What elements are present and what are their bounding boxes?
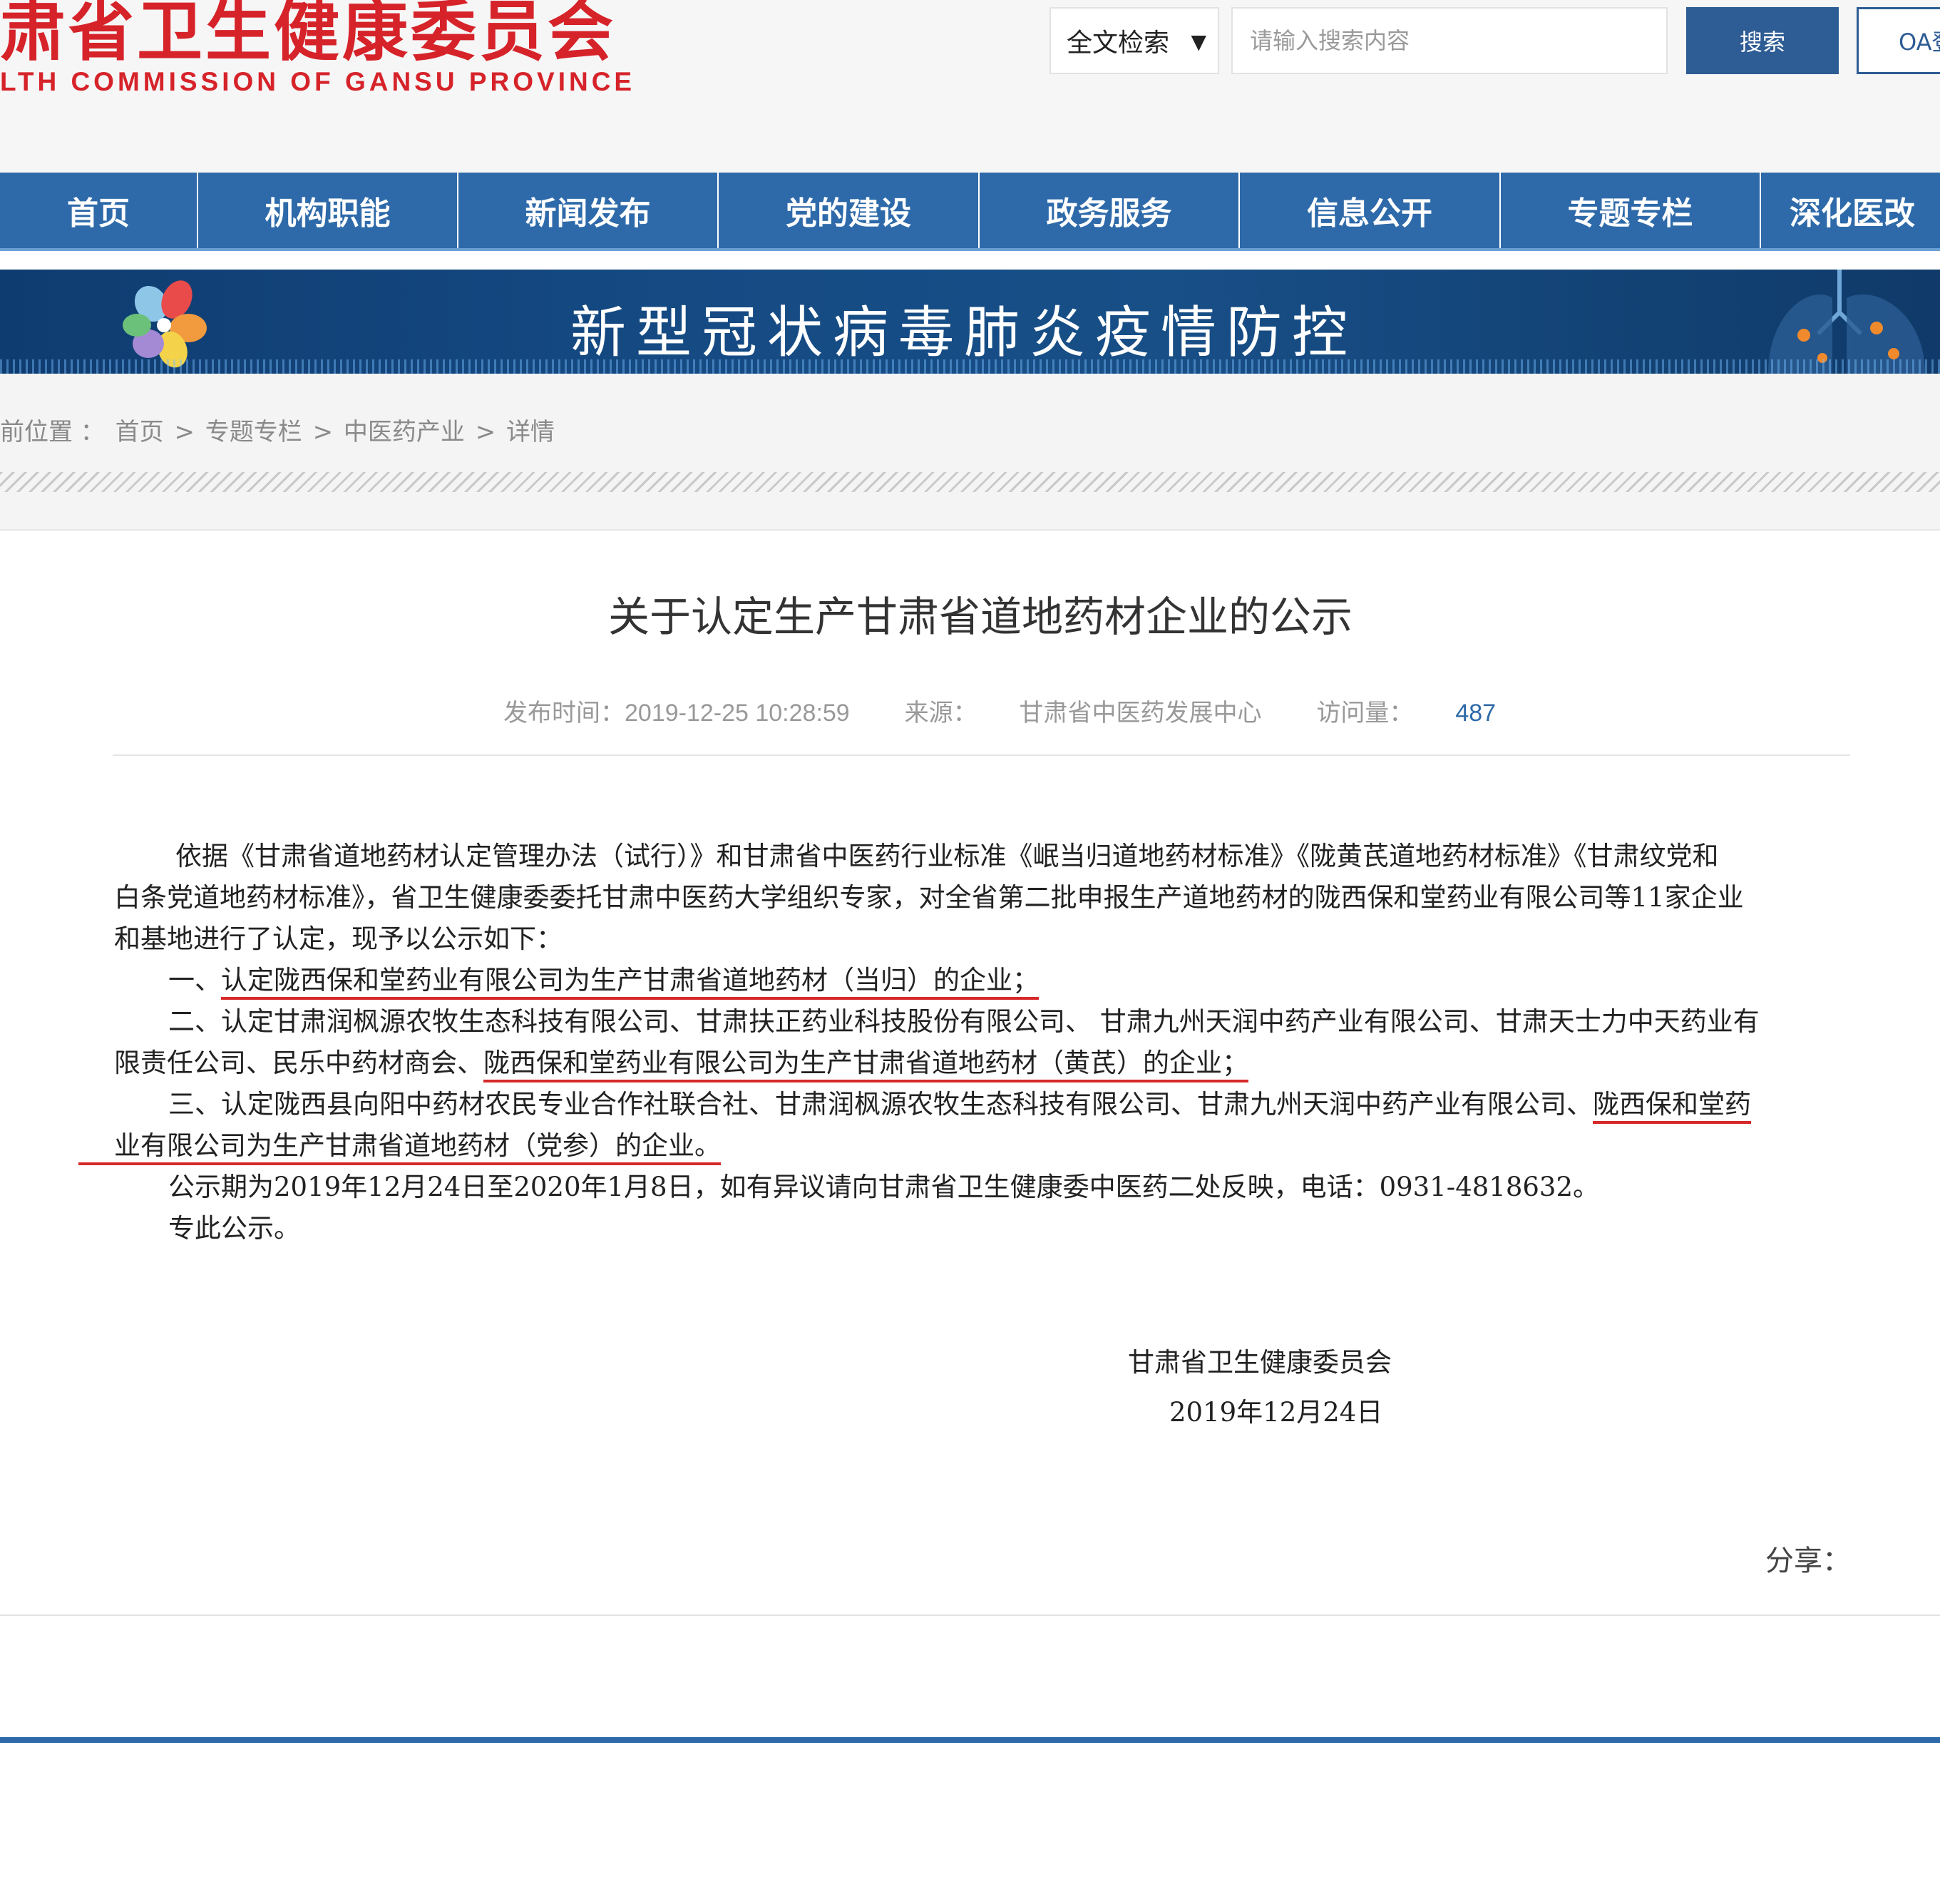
body-line: 和基地进行了认定，现予以公示如下： xyxy=(114,923,563,954)
signature-block: 甘肃省卫生健康委员会 2019年12月24日 xyxy=(1128,1341,1392,1429)
source-value: 甘肃省中医药发展中心 xyxy=(1019,700,1262,727)
search-input[interactable] xyxy=(1231,7,1668,74)
search-scope-select[interactable]: 全文检索 ▼ xyxy=(1049,7,1219,74)
nav-item-topics[interactable]: 专题专栏 xyxy=(1501,173,1761,248)
source-label: 来源： xyxy=(904,700,977,727)
nav-item-functions[interactable]: 机构职能 xyxy=(198,173,458,248)
item-three-underlined-end: 业有限公司为生产甘肃省道地药材（党参）的企业。 xyxy=(78,1130,721,1165)
pinwheel-logo-icon xyxy=(123,280,207,368)
article-body: 依据《甘肃省道地药材认定管理办法（试行）》和甘肃省中医药行业标准《岷当归道地药材… xyxy=(78,836,1847,1249)
chevron-down-icon: ▼ xyxy=(1191,30,1206,53)
breadcrumb-item-tcm-industry[interactable]: 中医药产业 xyxy=(344,418,465,446)
nav-item-home[interactable]: 首页 xyxy=(0,173,198,248)
item-three-underlined-start: 陇西保和堂药 xyxy=(1593,1089,1751,1124)
notice-period: 公示期为2019年12月24日至2020年1月8日，如有异议请向甘肃省卫生健康委… xyxy=(168,1172,1600,1202)
meta-divider xyxy=(113,754,1850,756)
signature-org: 甘肃省卫生健康委员会 xyxy=(1128,1347,1392,1378)
item-one: 一、认定陇西保和堂药业有限公司为生产甘肃省道地药材（当归）的企业； xyxy=(114,960,1847,1001)
article-meta: 发布时间：2019-12-25 10:28:59 来源： 甘肃省中医药发展中心 … xyxy=(503,693,1496,728)
banner-title: 新型冠状病毒肺炎疫情防控 xyxy=(570,301,1358,365)
site-logo-chinese[interactable]: 肃省卫生健康委员会 xyxy=(0,0,616,67)
item-three-line-2: 业有限公司为生产甘肃省道地药材（党参）的企业。 xyxy=(78,1125,1847,1167)
nav-item-reform[interactable]: 深化医改 xyxy=(1761,173,1940,248)
breadcrumb-separator: > xyxy=(312,418,334,446)
item-two-line-1: 二、认定甘肃润枫源农牧生态科技有限公司、甘肃扶正药业科技股份有限公司、 甘肃九州… xyxy=(168,1006,1760,1037)
body-line: 白条党道地药材标准》，省卫生健康委委托甘肃中医药大学组织专家，对全省第二批申报生… xyxy=(114,882,1744,913)
main-nav: 首页 机构职能 新闻发布 党的建设 政务服务 信息公开 专题专栏 深化医改 xyxy=(0,173,1940,251)
footer-line xyxy=(0,1737,1940,1743)
article-title: 关于认定生产甘肃省道地药材企业的公示 xyxy=(607,593,1353,641)
publish-time-value: 2019-12-25 10:28:59 xyxy=(625,700,850,727)
closing-text: 专此公示。 xyxy=(168,1213,300,1244)
item-two-line-2: 限责任公司、民乐中药材商会、陇西保和堂药业有限公司为生产甘肃省道地药材（黄芪）的… xyxy=(114,1043,1847,1084)
breadcrumb: 前位置 ： 首页 > 专题专栏 > 中医药产业 > 详情 xyxy=(0,412,558,447)
nav-item-services[interactable]: 政务服务 xyxy=(980,173,1240,248)
lungs-icon xyxy=(1768,270,1925,374)
breadcrumb-separator: > xyxy=(174,418,195,446)
item-one-prefix: 一、 xyxy=(168,965,221,995)
item-three-plain: 三、认定陇西县向阳中药材农民专业合作社联合社、甘肃润枫源农牧生态科技有限公司、甘… xyxy=(168,1089,1593,1120)
item-two-underlined: 陇西保和堂药业有限公司为生产甘肃省道地药材（黄芪）的企业； xyxy=(483,1048,1248,1082)
breadcrumb-item-home[interactable]: 首页 xyxy=(116,418,164,446)
hatch-divider xyxy=(0,472,1940,492)
nav-item-news[interactable]: 新闻发布 xyxy=(458,173,719,248)
item-three-line-1: 三、认定陇西县向阳中药材农民专业合作社联合社、甘肃润枫源农牧生态科技有限公司、甘… xyxy=(114,1084,1847,1125)
views-label: 访问量： xyxy=(1316,700,1414,727)
signature-date: 2019年12月24日 xyxy=(1169,1397,1383,1428)
breadcrumb-item-detail: 详情 xyxy=(506,418,555,446)
site-logo-english[interactable]: LTH COMMISSION OF GANSU PROVINCE xyxy=(0,67,635,97)
banner-dots xyxy=(0,359,1940,374)
oa-login-button[interactable]: OA登 xyxy=(1857,7,1940,74)
share-divider xyxy=(0,1614,1940,1616)
epidemic-banner[interactable]: 新型冠状病毒肺炎疫情防控 xyxy=(0,270,1940,374)
breadcrumb-item-topics[interactable]: 专题专栏 xyxy=(205,418,302,446)
nav-item-disclosure[interactable]: 信息公开 xyxy=(1240,173,1501,248)
body-line: 依据《甘肃省道地药材认定管理办法（试行）》和甘肃省中医药行业标准《岷当归道地药材… xyxy=(175,841,1719,871)
search-button[interactable]: 搜索 xyxy=(1686,7,1839,74)
search-scope-value: 全文检索 xyxy=(1067,29,1170,58)
breadcrumb-area xyxy=(0,374,1940,529)
item-one-underlined: 认定陇西保和堂药业有限公司为生产甘肃省道地药材（当归）的企业； xyxy=(221,965,1039,1000)
views-count: 487 xyxy=(1455,700,1497,727)
site-header: 肃省卫生健康委员会 LTH COMMISSION OF GANSU PROVIN… xyxy=(0,0,1940,173)
breadcrumb-label: 前位置 ： xyxy=(0,418,105,446)
item-two-plain: 限责任公司、民乐中药材商会、 xyxy=(114,1048,483,1078)
publish-time-label: 发布时间： xyxy=(503,700,625,727)
share-label[interactable]: 分享： xyxy=(1765,1537,1851,1579)
breadcrumb-separator: > xyxy=(475,418,496,446)
nav-item-party[interactable]: 党的建设 xyxy=(719,173,980,248)
